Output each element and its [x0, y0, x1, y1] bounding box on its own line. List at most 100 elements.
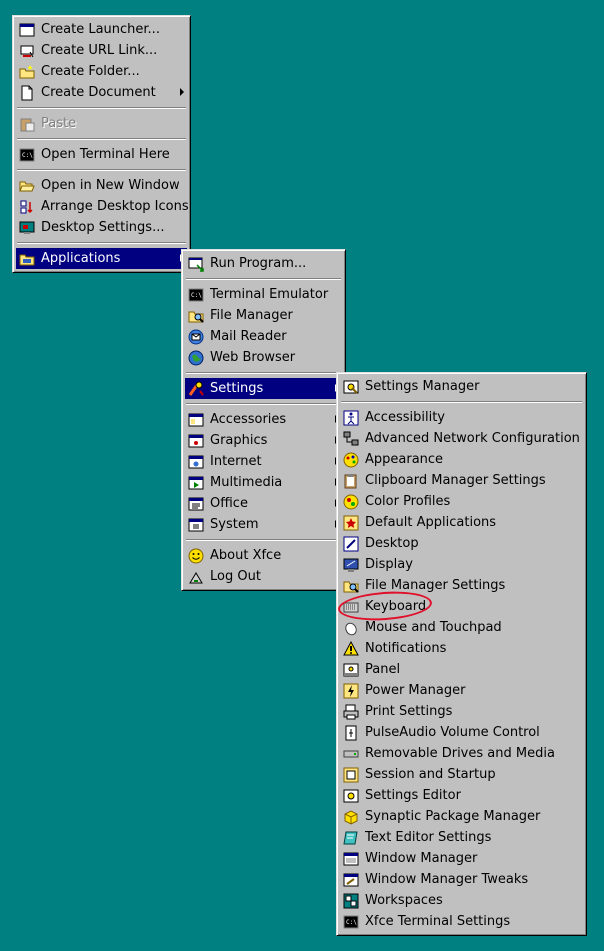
menu-item-label: Mail Reader — [210, 329, 287, 344]
menu-item-applications[interactable]: Applications — [16, 248, 187, 269]
menu-item-run-program[interactable]: Run Program... — [185, 253, 342, 274]
menu-item-notifications[interactable]: Notifications — [340, 638, 583, 659]
printer-icon — [343, 704, 359, 720]
menu-item-keyboard[interactable]: Keyboard — [340, 596, 583, 617]
menu-item-text-editor-settings[interactable]: Text Editor Settings — [340, 827, 583, 848]
menu-item-settings-manager[interactable]: Settings Manager — [340, 376, 583, 397]
mail-icon — [188, 329, 204, 345]
accessibility-icon — [343, 410, 359, 426]
menu-item-graphics[interactable]: Graphics — [185, 430, 342, 451]
menu-item-settings[interactable]: Settings — [185, 378, 342, 399]
menu-item-label: Graphics — [210, 433, 268, 448]
menu-item-create-url-link[interactable]: Create URL Link... — [16, 40, 187, 61]
menu-item-label: Accessibility — [365, 410, 445, 425]
arrange-icon — [20, 200, 33, 214]
office-icon — [188, 497, 204, 511]
menu-item-settings-editor[interactable]: Settings Editor — [340, 785, 583, 806]
settings-editor-icon — [343, 789, 359, 803]
menu-item-label: Display — [365, 557, 413, 572]
menu-item-window-manager[interactable]: Window Manager — [340, 848, 583, 869]
menu-item-advanced-network-configuration[interactable]: Advanced Network Configuration — [340, 428, 583, 449]
menu-item-label: Removable Drives and Media — [365, 746, 555, 761]
menu-item-color-profiles[interactable]: Color Profiles — [340, 491, 583, 512]
menu-item-appearance[interactable]: Appearance — [340, 449, 583, 470]
menu-item-label: Session and Startup — [365, 767, 496, 782]
session-icon — [343, 767, 359, 783]
menu-item-display[interactable]: Display — [340, 554, 583, 575]
run-program-icon — [188, 257, 204, 272]
menu-item-label: Internet — [210, 454, 262, 469]
menu-item-open-in-new-window[interactable]: Open in New Window — [16, 175, 187, 196]
menu-item-web-browser[interactable]: Web Browser — [185, 347, 342, 368]
menu-item-panel[interactable]: Panel — [340, 659, 583, 680]
svg-text:C:\: C:\ — [346, 919, 357, 926]
menu-item-label: Open Terminal Here — [41, 147, 170, 162]
menu-item-open-terminal-here[interactable]: C:\ Open Terminal Here — [16, 144, 187, 165]
menu-item-label: Create Launcher... — [41, 22, 160, 37]
menu-item-system[interactable]: System — [185, 514, 342, 535]
menu-item-window-manager-tweaks[interactable]: Window Manager Tweaks — [340, 869, 583, 890]
accessories-icon — [188, 413, 204, 427]
window-manager-icon — [343, 852, 359, 866]
menu-item-create-launcher[interactable]: Create Launcher... — [16, 19, 187, 40]
menu-item-label: Appearance — [365, 452, 444, 467]
menu-item-label: Applications — [41, 251, 121, 266]
menu-item-label: Window Manager Tweaks — [365, 872, 529, 887]
menu-item-clipboard-manager-settings[interactable]: Clipboard Manager Settings — [340, 470, 583, 491]
menu-item-accessories[interactable]: Accessories — [185, 409, 342, 430]
menu-item-label: Office — [210, 496, 248, 511]
menu-item-label: PulseAudio Volume Control — [365, 725, 540, 740]
menu-item-power-manager[interactable]: Power Manager — [340, 680, 583, 701]
menu-item-mail-reader[interactable]: Mail Reader — [185, 326, 342, 347]
menu-item-multimedia[interactable]: Multimedia — [185, 472, 342, 493]
panel-icon — [343, 663, 359, 677]
menu-item-synaptic-package-manager[interactable]: Synaptic Package Manager — [340, 806, 583, 827]
menu-item-log-out[interactable]: Log Out — [185, 566, 342, 587]
menu-item-arrange-desktop-icons[interactable]: Arrange Desktop Icons — [16, 196, 189, 217]
menu-item-accessibility[interactable]: Accessibility — [340, 407, 583, 428]
menu-item-label: Power Manager — [365, 683, 466, 698]
menu-item-file-manager-settings[interactable]: File Manager Settings — [340, 575, 583, 596]
menu-item-internet[interactable]: Internet — [185, 451, 342, 472]
menu-separator — [16, 103, 187, 113]
menu-item-label: Paste — [41, 116, 77, 131]
menu-item-label: Panel — [365, 662, 401, 677]
menu-item-label: Settings Editor — [365, 788, 461, 803]
settings-menu: Settings Manager Accessibility Advanced Ne… — [336, 372, 587, 936]
menu-item-desktop-settings[interactable]: Desktop Settings... — [16, 217, 187, 238]
menu-item-label: Print Settings — [365, 704, 453, 719]
menu-item-label: Xfce Terminal Settings — [365, 914, 511, 929]
warning-icon — [343, 641, 359, 656]
menu-item-removable-drives-and-media[interactable]: Removable Drives and Media — [340, 743, 583, 764]
menu-item-create-document[interactable]: Create Document — [16, 82, 187, 103]
graphics-icon — [188, 434, 204, 448]
menu-item-label: Advanced Network Configuration — [365, 431, 580, 446]
menu-item-file-manager[interactable]: File Manager — [185, 305, 342, 326]
keyboard-icon — [343, 602, 359, 613]
menu-item-about-xfce[interactable]: About Xfce — [185, 545, 342, 566]
menu-item-create-folder[interactable]: Create Folder... — [16, 61, 187, 82]
menu-item-label: Workspaces — [365, 893, 443, 908]
menu-item-label: Keyboard — [365, 599, 427, 614]
menu-item-desktop[interactable]: Desktop — [340, 533, 583, 554]
menu-item-label: Clipboard Manager Settings — [365, 473, 546, 488]
menu-item-print-settings[interactable]: Print Settings — [340, 701, 583, 722]
text-editor-icon — [343, 831, 358, 845]
menu-item-label: Synaptic Package Manager — [365, 809, 541, 824]
menu-item-terminal-emulator[interactable]: C:\ Terminal Emulator — [185, 284, 342, 305]
smiley-icon — [188, 548, 204, 564]
menu-item-label: Settings Manager — [365, 379, 480, 394]
menu-item-workspaces[interactable]: Workspaces — [340, 890, 583, 911]
terminal-icon: C:\ — [343, 915, 359, 929]
menu-item-mouse-and-touchpad[interactable]: Mouse and Touchpad — [340, 617, 583, 638]
menu-item-xfce-terminal-settings[interactable]: C:\ Xfce Terminal Settings — [340, 911, 583, 932]
menu-item-office[interactable]: Office — [185, 493, 342, 514]
menu-item-label: Window Manager — [365, 851, 478, 866]
settings-manager-icon — [343, 380, 359, 394]
menu-item-label: Default Applications — [365, 515, 497, 530]
menu-item-label: Arrange Desktop Icons — [41, 199, 189, 214]
menu-item-session-and-startup[interactable]: Session and Startup — [340, 764, 583, 785]
menu-item-default-applications[interactable]: Default Applications — [340, 512, 583, 533]
file-manager-icon — [188, 311, 204, 323]
menu-item-pulseaudio-volume-control[interactable]: PulseAudio Volume Control — [340, 722, 583, 743]
